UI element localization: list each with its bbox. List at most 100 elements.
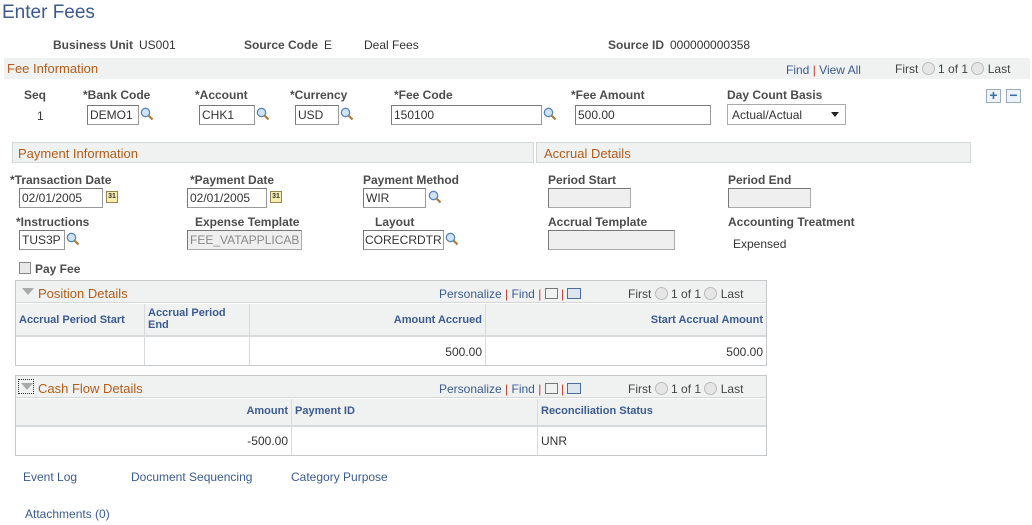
row-count: 1 of 1 (938, 62, 969, 76)
delete-row-button[interactable]: − (1006, 88, 1021, 103)
view-all-link[interactable]: View All (819, 63, 861, 77)
pay-fee-checkbox[interactable] (19, 262, 31, 274)
accrual-template-input (548, 230, 675, 250)
table-row: -500.00 UNR (16, 427, 766, 455)
accrual-details-title: Accrual Details (544, 146, 631, 161)
column-header[interactable]: Accrual Period Start (16, 304, 145, 335)
chevron-down-icon (831, 112, 839, 117)
previous-icon[interactable] (654, 382, 668, 395)
separator: | (538, 287, 542, 301)
period-start-label: Period Start (548, 173, 617, 187)
next-icon[interactable] (704, 287, 718, 300)
fee-code-input[interactable] (391, 105, 542, 125)
search-icon[interactable] (140, 107, 154, 121)
last-label: Last (720, 382, 744, 396)
table-cell: -500.00 (16, 427, 292, 455)
currency-input[interactable] (295, 105, 339, 125)
column-header[interactable]: Reconciliation Status (538, 399, 766, 425)
expense-template-input (187, 230, 302, 250)
instructions-label: *Instructions (16, 215, 90, 229)
position-details-grid: Position Details Personalize | Find | | … (15, 280, 767, 366)
fee-information-bar: Fee Information Find | View All First 1 … (4, 58, 1030, 79)
attachments-link[interactable]: Attachments (0) (25, 507, 110, 521)
source-id-label: Source ID (608, 38, 665, 52)
seq-value: 1 (37, 109, 44, 123)
day-count-basis-select[interactable]: Actual/Actual (727, 104, 846, 125)
source-code-desc: Deal Fees (364, 38, 419, 52)
table-cell: 500.00 (726, 345, 763, 359)
personalize-link[interactable]: Personalize (439, 382, 502, 396)
fee-code-label: *Fee Code (394, 88, 453, 102)
business-unit-label: Business Unit (53, 38, 134, 52)
event-log-link[interactable]: Event Log (23, 470, 77, 484)
source-code-label: Source Code (244, 38, 319, 52)
collapse-icon (21, 383, 33, 390)
fee-amount-input[interactable] (575, 105, 711, 125)
search-icon[interactable] (66, 232, 80, 246)
view-in-new-window-icon[interactable] (544, 383, 558, 394)
search-icon[interactable] (543, 107, 557, 121)
period-end-input (728, 188, 811, 208)
account-label: *Account (195, 88, 248, 102)
row-count: 1 of 1 (671, 382, 702, 396)
payment-method-input[interactable] (363, 188, 426, 208)
cash-flow-details-grid: Cash Flow Details Personalize | Find | |… (15, 375, 767, 456)
transaction-date-label: *Transaction Date (10, 173, 112, 187)
collapse-toggle[interactable] (18, 379, 34, 394)
column-header[interactable]: Amount Accrued (250, 304, 486, 335)
calendar-icon[interactable]: 31 (270, 191, 282, 203)
payment-date-input[interactable] (187, 188, 267, 208)
collapse-icon[interactable] (22, 288, 34, 295)
instructions-input[interactable] (19, 230, 65, 250)
accrual-template-label: Accrual Template (548, 215, 648, 229)
payment-information-bar: Payment Information (12, 142, 534, 163)
view-in-new-window-icon[interactable] (544, 288, 558, 299)
search-icon[interactable] (445, 232, 459, 246)
expense-template-label: Expense Template (195, 215, 300, 229)
accounting-treatment-value: Expensed (733, 237, 787, 251)
table-cell (145, 337, 250, 365)
business-unit-value: US001 (139, 38, 176, 52)
transaction-date-input[interactable] (19, 188, 103, 208)
first-label: First (628, 287, 652, 301)
position-details-header: Position Details Personalize | Find | | … (16, 281, 766, 303)
row-count: 1 of 1 (671, 287, 702, 301)
bank-code-input[interactable] (87, 105, 139, 125)
previous-icon[interactable] (921, 62, 935, 75)
spreadsheet-icon[interactable] (567, 288, 582, 299)
day-count-basis-value: Actual/Actual (732, 108, 803, 122)
add-row-button[interactable]: + (986, 88, 1001, 103)
next-icon[interactable] (971, 62, 985, 75)
layout-input[interactable] (363, 230, 444, 250)
position-details-title: Position Details (38, 286, 128, 301)
column-header[interactable]: Start Accrual Amount (486, 304, 766, 335)
previous-icon[interactable] (654, 287, 668, 300)
next-icon[interactable] (704, 382, 718, 395)
layout-label: Layout (375, 215, 415, 229)
column-header[interactable]: Amount (16, 399, 292, 425)
pay-fee-label: Pay Fee (35, 262, 81, 276)
last-label: Last (987, 62, 1011, 76)
find-link[interactable]: Find (512, 287, 535, 301)
table-cell (292, 427, 538, 455)
table-row: 500.00 500.00 (16, 337, 766, 365)
search-icon[interactable] (256, 107, 270, 121)
document-sequencing-link[interactable]: Document Sequencing (131, 470, 252, 484)
personalize-link[interactable]: Personalize (439, 287, 502, 301)
seq-label: Seq (24, 88, 47, 102)
search-icon[interactable] (340, 107, 354, 121)
payment-date-label: *Payment Date (190, 173, 275, 187)
column-header[interactable]: Accrual Period End (145, 304, 250, 335)
payment-information-title: Payment Information (18, 146, 138, 161)
category-purpose-link[interactable]: Category Purpose (291, 470, 388, 484)
fee-information-title: Fee Information (7, 61, 99, 76)
column-header[interactable]: Payment ID (292, 399, 538, 425)
search-icon[interactable] (428, 190, 442, 204)
spreadsheet-icon[interactable] (567, 383, 582, 394)
table-cell (16, 337, 145, 365)
account-input[interactable] (199, 105, 255, 125)
calendar-icon[interactable]: 31 (106, 191, 118, 203)
find-link[interactable]: Find (786, 63, 809, 77)
find-link[interactable]: Find (512, 382, 535, 396)
accrual-details-bar: Accrual Details (536, 142, 971, 163)
